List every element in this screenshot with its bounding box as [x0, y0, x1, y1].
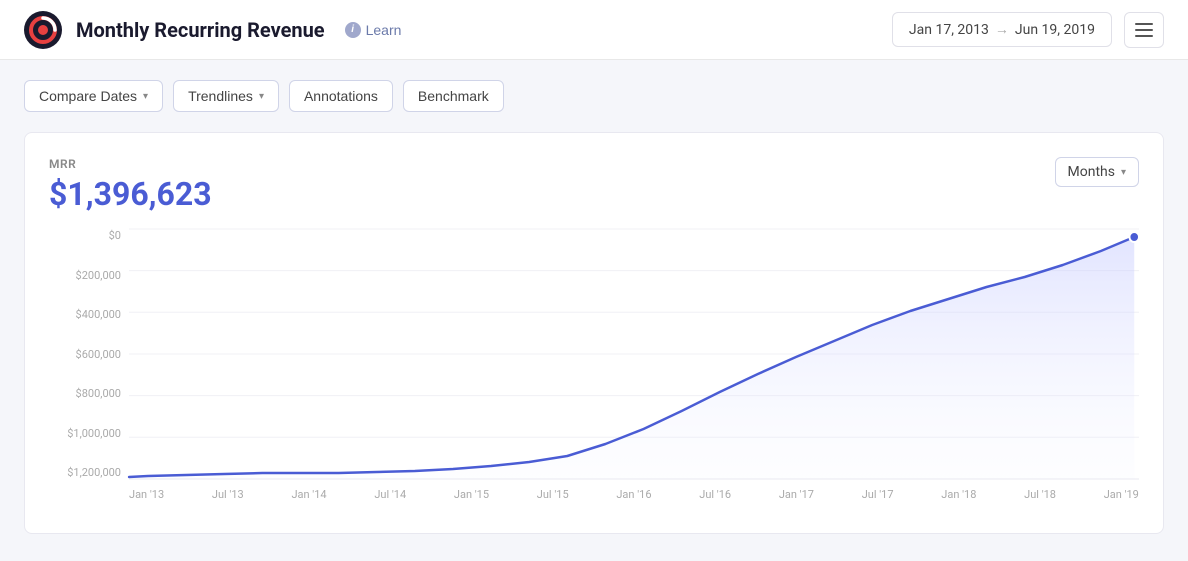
months-select[interactable]: Months ▾	[1055, 157, 1140, 187]
logo-icon	[24, 11, 62, 49]
compare-dates-label: Compare Dates	[39, 88, 137, 104]
chart-inner	[129, 229, 1139, 479]
date-range-picker[interactable]: Jan 17, 2013 → Jun 19, 2019	[892, 12, 1112, 47]
x-label: Jul '14	[374, 488, 406, 501]
chart-header: MRR $1,396,623 Months ▾	[49, 157, 1139, 213]
date-start: Jan 17, 2013	[909, 22, 989, 38]
learn-label: Learn	[366, 22, 402, 38]
y-axis: $1,200,000 $1,000,000 $800,000 $600,000 …	[49, 229, 129, 479]
x-axis: Jan '13 Jul '13 Jan '14 Jul '14 Jan '15 …	[129, 479, 1139, 509]
benchmark-button[interactable]: Benchmark	[403, 80, 504, 112]
page-title: Monthly Recurring Revenue	[76, 18, 325, 42]
header: Monthly Recurring Revenue i Learn Jan 17…	[0, 0, 1188, 60]
x-label: Jul '13	[212, 488, 244, 501]
chevron-down-icon: ▾	[1121, 167, 1126, 178]
benchmark-label: Benchmark	[418, 88, 489, 104]
y-label: $400,000	[49, 308, 129, 321]
x-label: Jan '15	[454, 488, 489, 501]
chart-toolbar: Compare Dates ▾ Trendlines ▾ Annotations…	[24, 80, 1164, 112]
x-label: Jul '16	[699, 488, 731, 501]
x-label: Jan '16	[616, 488, 651, 501]
annotations-label: Annotations	[304, 88, 378, 104]
menu-button[interactable]	[1124, 12, 1164, 48]
compare-dates-button[interactable]: Compare Dates ▾	[24, 80, 163, 112]
months-label: Months	[1068, 164, 1115, 180]
mrr-label: MRR	[49, 157, 212, 171]
y-label: $200,000	[49, 269, 129, 282]
mrr-info: MRR $1,396,623	[49, 157, 212, 213]
chart-card: MRR $1,396,623 Months ▾ $1,200,000 $1,00…	[24, 132, 1164, 534]
x-label: Jan '13	[129, 488, 164, 501]
y-label: $1,000,000	[49, 427, 129, 440]
learn-button[interactable]: i Learn	[337, 18, 410, 42]
x-label: Jan '14	[291, 488, 326, 501]
x-label: Jul '17	[862, 488, 894, 501]
x-label: Jan '17	[779, 488, 814, 501]
x-label: Jan '19	[1104, 488, 1139, 501]
main-content: Compare Dates ▾ Trendlines ▾ Annotations…	[0, 60, 1188, 554]
annotations-button[interactable]: Annotations	[289, 80, 393, 112]
x-label: Jul '15	[537, 488, 569, 501]
trendlines-label: Trendlines	[188, 88, 253, 104]
x-label: Jan '18	[941, 488, 976, 501]
chevron-down-icon: ▾	[143, 91, 148, 102]
x-label: Jul '18	[1024, 488, 1056, 501]
chart-area: $1,200,000 $1,000,000 $800,000 $600,000 …	[49, 229, 1139, 509]
y-label: $800,000	[49, 387, 129, 400]
y-label: $1,200,000	[49, 466, 129, 479]
y-label: $0	[49, 229, 129, 242]
chart-svg	[129, 229, 1139, 479]
trendlines-button[interactable]: Trendlines ▾	[173, 80, 279, 112]
hamburger-icon	[1135, 23, 1153, 37]
mrr-value: $1,396,623	[49, 175, 212, 213]
y-label: $600,000	[49, 348, 129, 361]
chevron-down-icon: ▾	[259, 91, 264, 102]
date-end: Jun 19, 2019	[1015, 22, 1095, 38]
info-icon: i	[345, 22, 361, 38]
date-separator: →	[995, 21, 1009, 38]
